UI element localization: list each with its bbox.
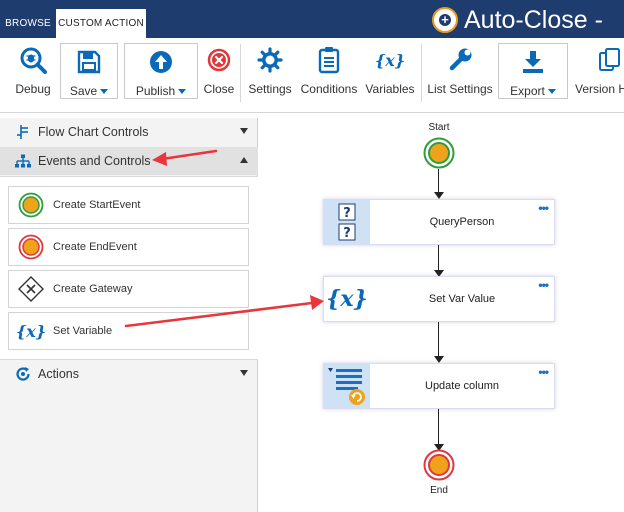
tool-create-gateway[interactable]: Create Gateway [8,270,249,308]
start-event-icon [423,137,455,169]
end-event-icon [423,449,455,481]
start-label: Start [428,122,450,133]
export-button[interactable]: Export [498,43,568,99]
end-event-node[interactable] [423,449,455,486]
tool-label: Create Gateway [53,283,133,295]
top-bar: BROWSE CUSTOM ACTION + Auto-Close - [0,0,624,38]
arrowhead-icon [434,356,444,363]
ribbon-toolbar: Debug Save Publish Close Settings Condit… [0,38,624,113]
app-title: Auto-Close - [464,5,603,34]
version-history-button[interactable]: Version H [572,42,624,104]
start-event-node[interactable] [423,137,455,174]
gear-icon [257,42,283,78]
clipboard-list-icon [318,42,340,78]
hierarchy-icon [14,154,32,168]
app-logo-icon: + [432,7,458,33]
svg-text:?: ? [343,226,351,241]
export-label: Export [510,84,545,98]
floppy-disk-icon [77,44,101,80]
list-settings-label: List Settings [427,82,493,96]
list-settings-button[interactable]: List Settings [426,42,494,104]
chevron-down-icon [240,128,248,134]
update-list-icon [324,364,370,408]
tool-label: Create StartEvent [53,199,141,211]
query-icon: ? ? [324,200,370,244]
tool-create-end-event[interactable]: Create EndEvent [8,228,249,266]
more-options-icon[interactable]: ••• [538,279,549,291]
connector-line [438,322,439,356]
actions-refresh-icon [14,366,32,382]
node-label: Set Var Value [428,293,496,305]
chevron-up-icon [240,157,248,163]
chevron-down-icon [547,88,556,94]
node-query-person[interactable]: ? ? QueryPerson ••• [323,199,555,245]
workflow-canvas[interactable]: Start ? ? QueryPerson ••• {x} Set Var Va… [259,118,624,512]
tool-label: Create EndEvent [53,241,137,253]
debug-label: Debug [15,82,51,96]
variables-button[interactable]: {x} Variables [364,42,416,104]
accordion-label: Events and Controls [38,154,151,168]
conditions-button[interactable]: Conditions [298,42,360,104]
download-tray-icon [520,44,546,80]
flow-chart-icon [14,124,32,140]
version-history-label: Version H [575,82,624,96]
accordion-actions[interactable]: Actions [0,360,258,388]
ribbon-divider [421,44,422,102]
close-label: Close [203,82,235,96]
close-button[interactable]: Close [202,42,236,104]
more-options-icon[interactable]: ••• [538,366,549,378]
variable-braces-icon: {x} [15,321,47,341]
accordion-label: Actions [38,367,79,381]
settings-button[interactable]: Settings [246,42,294,104]
close-circle-icon [207,42,231,78]
tool-create-start-event[interactable]: Create StartEvent [8,186,249,224]
node-label: Update column [425,380,499,392]
tool-set-variable[interactable]: {x} Set Variable [8,312,249,350]
gateway-icon [9,276,53,302]
upload-arrow-icon [148,44,174,80]
toolbox-panel: Flow Chart Controls Events and Controls [0,118,258,512]
debug-button[interactable]: Debug [10,42,56,104]
svg-text:?: ? [343,206,351,221]
tab-custom-action[interactable]: CUSTOM ACTION [56,9,146,38]
node-update-column[interactable]: Update column ••• [323,363,555,409]
end-event-icon [9,234,53,260]
start-event-icon [9,192,53,218]
publish-label: Publish [135,84,176,98]
variable-braces-icon: {x} [326,286,368,312]
save-label: Save [69,84,98,98]
connector-line [438,245,439,270]
chevron-down-icon [240,370,248,376]
conditions-label: Conditions [300,82,358,96]
tab-browse[interactable]: BROWSE [0,9,56,38]
save-button[interactable]: Save [60,43,118,99]
arrowhead-icon [434,192,444,199]
node-label: QueryPerson [429,216,495,228]
connector-line [438,409,439,444]
more-options-icon[interactable]: ••• [538,202,549,214]
connector-line [438,169,439,192]
events-controls-list: Create StartEvent Create EndEvent Create… [0,176,258,360]
bug-search-icon [18,42,48,78]
accordion-label: Flow Chart Controls [38,125,149,139]
variables-label: Variables [365,82,415,96]
settings-label: Settings [248,82,292,96]
tool-label: Set Variable [53,325,113,337]
app-title-area: + Auto-Close - [432,3,603,37]
copy-pages-icon [572,42,622,78]
ribbon-divider [240,44,241,102]
chevron-down-icon [178,88,187,94]
publish-button[interactable]: Publish [124,43,198,99]
accordion-flow-chart-controls[interactable]: Flow Chart Controls [0,118,258,146]
node-set-var-value[interactable]: {x} Set Var Value ••• [323,276,555,322]
end-label: End [430,485,448,496]
accordion-events-and-controls[interactable]: Events and Controls [0,147,258,175]
variable-braces-icon: {x} [374,50,406,70]
chevron-down-icon [100,88,109,94]
wrench-icon [447,42,473,78]
